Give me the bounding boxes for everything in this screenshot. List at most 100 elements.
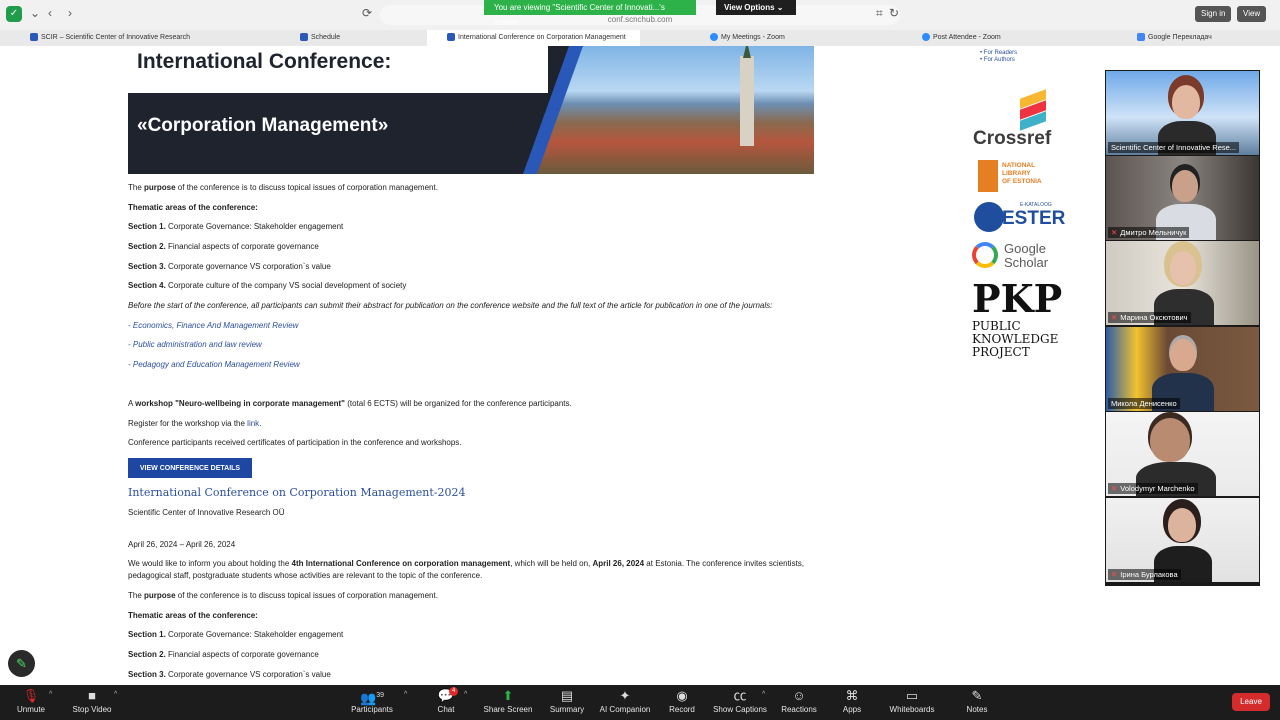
crossref-logo[interactable]: Crossref [972, 89, 1060, 150]
sidebar-links: • For Readers • For Authors [980, 50, 1017, 64]
inform-pre: We would like to inform you about holdin… [128, 559, 292, 568]
national-library-logo[interactable]: NATIONAL LIBRARY OF ESTONIA [978, 160, 1058, 194]
thematic-heading-text: Thematic areas of the conference: [128, 611, 258, 620]
section-text: Corporate culture of the company VS soci… [165, 281, 407, 290]
screen-share-banner: You are viewing "Scientific Center of In… [484, 0, 696, 27]
shield-icon[interactable]: ✓ [6, 6, 22, 22]
purpose-text: The purpose of the conference is to disc… [128, 591, 438, 600]
for-readers-label: For Readers [983, 50, 1018, 56]
chevron-up-icon[interactable]: ^ [464, 691, 467, 698]
conference-banner: International Conference: «Corporation M… [128, 46, 814, 174]
section-text: Financial aspects of corporate governanc… [165, 650, 319, 659]
whiteboards-button[interactable]: ▭ Whiteboards [887, 688, 937, 714]
reload-icon[interactable]: ⟳ [362, 6, 372, 20]
notes-button[interactable]: ✎ Notes [964, 688, 990, 714]
chevron-up-icon[interactable]: ^ [114, 691, 117, 698]
participants-button[interactable]: 👥39 Participants [348, 688, 396, 714]
participants-label: Participants [351, 705, 393, 714]
thematic-heading-text: Thematic areas of the conference: [128, 203, 258, 212]
translate-icon[interactable]: ⌗ [876, 6, 883, 21]
participant-video[interactable]: Микола Денисенко [1106, 327, 1259, 411]
for-readers-link[interactable]: • For Readers [980, 50, 1017, 57]
purpose-bold: purpose [144, 591, 176, 600]
tab-scir[interactable]: SCIR – Scientific Center of Innovative R… [30, 30, 230, 46]
record-button[interactable]: ◉ Record [667, 688, 697, 714]
banner-church-tower [740, 46, 754, 146]
participant-face [1170, 339, 1196, 371]
pkp-logo[interactable]: PKP PUBLIC KNOWLEDGE PROJECT [972, 278, 1062, 368]
tab-my-meetings[interactable]: My Meetings - Zoom [710, 30, 850, 46]
inform-bold: 4th International Conference on corporat… [291, 559, 511, 568]
view-options-button[interactable]: View Options ⌄ [716, 0, 796, 15]
participant-face [1168, 508, 1196, 542]
leave-button[interactable]: Leave [1232, 693, 1270, 711]
register-text: Register for the workshop via the link. [128, 419, 261, 428]
participant-name-tag: ✕ Volodymyr Marchenko [1108, 483, 1198, 494]
tab-schedule[interactable]: Schedule [300, 30, 420, 46]
participant-face [1150, 418, 1190, 462]
back-icon[interactable]: ‹ [48, 6, 52, 20]
google-scholar-logo[interactable]: Google Scholar [972, 240, 1060, 272]
participant-name-tag: ✕ Ірина Бурлакова [1108, 569, 1181, 580]
refresh-icon[interactable]: ↻ [889, 6, 899, 20]
section-num: Section 1. [128, 630, 166, 639]
view-button[interactable]: View [1237, 6, 1267, 22]
unmute-button[interactable]: 🎙 Unmute [14, 688, 48, 714]
ester-logo[interactable]: E-KATALOOG ESTER [972, 202, 1065, 234]
purpose-pre: The [128, 591, 145, 600]
browser-toolbar: ✓ ⌄ ‹ › ⟳ conf.scnchub.com You are viewi… [0, 0, 1280, 30]
chevron-up-icon[interactable]: ^ [404, 691, 407, 698]
section-num: Section 2. [128, 650, 166, 659]
conference-title-link[interactable]: International Conference on Corporation … [128, 486, 466, 499]
section-num: Section 2. [128, 242, 166, 251]
register-pre: Register for the workshop via the [128, 419, 248, 428]
participant-video[interactable]: ✕ Дмитро Мельничук [1106, 156, 1259, 240]
participant-video[interactable]: ✕ Марина Оксютович [1106, 241, 1259, 325]
register-link[interactable]: link [247, 419, 259, 428]
view-conference-details-button[interactable]: VIEW CONFERENCE DETAILS [128, 458, 252, 478]
purpose-pre: The [128, 183, 145, 192]
thematic-heading: Thematic areas of the conference: [128, 203, 258, 212]
unmute-label: Unmute [16, 705, 45, 714]
chevron-up-icon[interactable]: ^ [762, 691, 765, 698]
reactions-button[interactable]: ☺ Reactions [780, 688, 818, 714]
stop-video-button[interactable]: ■ Stop Video [70, 688, 114, 714]
participant-face [1172, 170, 1198, 202]
summary-button[interactable]: ▤ Summary [548, 688, 586, 714]
participant-video[interactable]: ✕ Ірина Бурлакова [1106, 498, 1259, 582]
chevron-up-icon[interactable]: ^ [49, 691, 52, 698]
register-post: . [259, 419, 262, 428]
participant-name: Марина Оксютович [1120, 313, 1188, 322]
show-captions-button[interactable]: ㏄ Show Captions [712, 688, 768, 714]
share-screen-button[interactable]: ⬆ Share Screen [482, 688, 534, 714]
journal-link[interactable]: - Public administration and law review [128, 340, 262, 349]
meeting-toolbar: 🎙 Unmute ^ ■ Stop Video ^ 👥39 Participants … [0, 685, 1280, 720]
forward-icon[interactable]: › [68, 6, 72, 20]
tab-post-attendee[interactable]: Post Attendee - Zoom [922, 30, 1062, 46]
participant-video[interactable]: ✕ Volodymyr Marchenko [1106, 412, 1259, 496]
journal-link[interactable]: - Economics, Finance And Management Revi… [128, 321, 298, 330]
summary-icon: ▤ [560, 688, 574, 703]
purpose-bold: purpose [144, 183, 176, 192]
journal-link[interactable]: - Pedagogy and Education Management Revi… [128, 360, 300, 369]
chat-button[interactable]: 💬 4 Chat [432, 687, 460, 714]
inform-text-line2: pedagogical staff, postgraduate students… [128, 571, 483, 580]
section-text: Financial aspects of corporate governanc… [165, 242, 319, 251]
for-authors-link[interactable]: • For Authors [980, 57, 1017, 64]
apps-label: Apps [842, 705, 862, 714]
participant-video[interactable]: Scientific Center of Innovative Rese... [1106, 71, 1259, 155]
chevron-down-icon[interactable]: ⌄ [30, 6, 40, 20]
before-start-text: Before the start of the conference, all … [128, 301, 773, 310]
tab-conference[interactable]: International Conference on Corporation … [427, 30, 640, 46]
ai-companion-button[interactable]: ✦ AI Companion [597, 688, 653, 714]
tab-google-translate[interactable]: Google Перекладач [1137, 30, 1277, 46]
ai-companion-label: AI Companion [599, 705, 651, 714]
gs-line: Google [1004, 241, 1046, 256]
google-scholar-text: Google Scholar [1004, 242, 1048, 270]
nle-line: LIBRARY [1002, 170, 1031, 177]
apps-button[interactable]: ⌘ Apps [840, 688, 864, 714]
inform-text: We would like to inform you about holdin… [128, 559, 804, 568]
annotate-pen-icon[interactable]: ✎ [8, 650, 35, 677]
sign-in-button[interactable]: Sign in [1195, 6, 1232, 22]
camera-icon: ■ [88, 688, 96, 703]
